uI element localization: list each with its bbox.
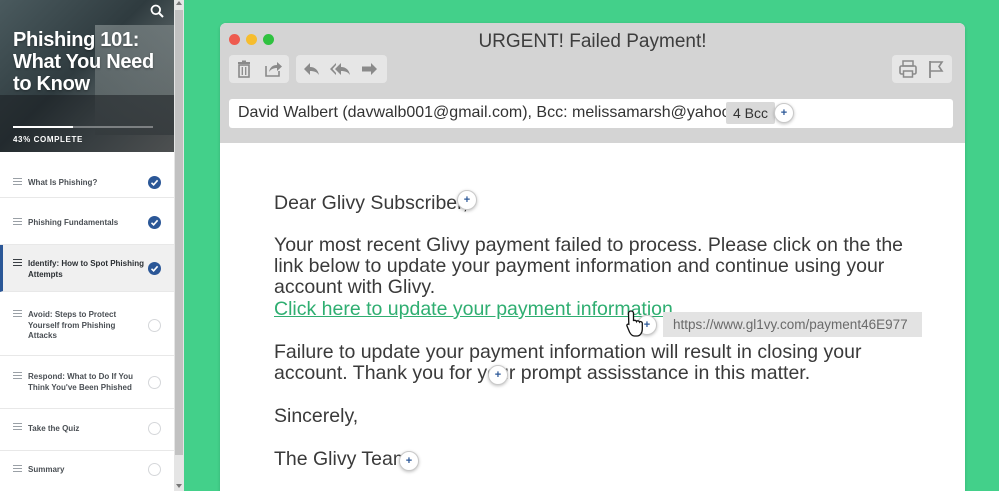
lesson-label: What Is Phishing? — [28, 178, 98, 187]
check-complete-icon — [148, 262, 161, 275]
course-progress-text: 43% COMPLETE — [13, 135, 83, 144]
recipients-text: David Walbert (davwalb001@gmail.com), Bc… — [238, 104, 766, 121]
lesson-item-respond[interactable]: Respond: What to Do If You Think You've … — [0, 356, 174, 409]
share-icon[interactable] — [263, 59, 283, 79]
email-subject: URGENT! Failed Payment! — [478, 31, 707, 52]
hotspot-greeting-button[interactable]: + — [457, 190, 477, 210]
hotspot-recipients-button[interactable]: + — [774, 103, 794, 123]
email-window: URGENT! Failed Payment! David Walbert (d… — [220, 23, 965, 491]
lesson-menu-icon — [13, 423, 22, 432]
check-incomplete-icon — [148, 376, 161, 389]
check-complete-icon — [148, 216, 161, 229]
search-icon[interactable] — [150, 4, 164, 18]
flag-icon[interactable] — [926, 59, 946, 79]
course-sidebar: Phishing 101: What You Need to Know 43% … — [0, 0, 174, 491]
email-greeting: Dear Glivy Subscriber, — [274, 192, 468, 214]
lesson-item-avoid[interactable]: Avoid: Steps to Protect Yourself from Ph… — [0, 292, 174, 356]
check-incomplete-icon — [148, 319, 161, 332]
link-url-tooltip: https://www.gl1vy.com/payment46E977 — [663, 312, 922, 337]
toolbar-group-reply — [296, 55, 387, 83]
check-incomplete-icon — [148, 422, 161, 435]
lesson-label: Take the Quiz — [28, 424, 80, 433]
course-progress-fill — [13, 126, 74, 128]
reply-icon[interactable] — [302, 59, 322, 79]
email-signature: The Glivy Team — [274, 448, 410, 470]
hotspot-typo-button[interactable]: + — [488, 365, 508, 385]
phishing-link-text[interactable]: Click here to update your payment inform… — [274, 298, 673, 320]
lesson-menu-icon — [13, 218, 22, 227]
toolbar-group-actions — [892, 55, 952, 83]
email-body: Dear Glivy Subscriber, + Your most recen… — [220, 143, 965, 491]
scroll-down-icon[interactable] — [176, 484, 182, 488]
course-progress-bar — [13, 126, 153, 128]
sidebar-scrollbar[interactable] — [174, 0, 184, 491]
email-paragraph-2: Failure to update your payment informati… — [274, 341, 862, 384]
reply-all-icon[interactable] — [329, 59, 353, 79]
bcc-badge: 4 Bcc — [726, 102, 776, 124]
lesson-item-what-is-phishing[interactable]: What Is Phishing? — [0, 152, 174, 198]
lesson-menu-icon — [13, 178, 22, 187]
check-complete-icon — [148, 176, 161, 189]
lesson-menu-icon — [13, 465, 22, 474]
hand-cursor-icon — [626, 310, 643, 337]
lesson-label: Avoid: Steps to Protect Yourself from Ph… — [28, 310, 117, 340]
scroll-up-icon[interactable] — [176, 1, 182, 5]
print-icon[interactable] — [898, 59, 918, 79]
lesson-item-identify[interactable]: Identify: How to Spot Phishing Attempts — [0, 245, 174, 292]
lesson-menu-icon — [13, 310, 22, 319]
recipients-field: David Walbert (davwalb001@gmail.com), Bc… — [229, 99, 953, 128]
lesson-menu-icon — [13, 259, 22, 268]
lesson-label: Identify: How to Spot Phishing Attempts — [28, 259, 144, 279]
toolbar-group-file — [229, 55, 289, 83]
phishing-link[interactable]: Click here to update your payment inform… — [274, 299, 673, 320]
lesson-label: Summary — [28, 465, 65, 474]
hotspot-signature-button[interactable]: + — [399, 451, 419, 471]
trash-icon[interactable] — [234, 59, 254, 79]
lesson-label: Respond: What to Do If You Think You've … — [28, 372, 134, 392]
lesson-item-phishing-fundamentals[interactable]: Phishing Fundamentals — [0, 198, 174, 245]
lesson-item-summary[interactable]: Summary — [0, 451, 174, 491]
lesson-menu-icon — [13, 372, 22, 381]
email-closing: Sincerely, — [274, 405, 359, 427]
check-incomplete-icon — [148, 463, 161, 476]
course-title: Phishing 101: What You Need to Know — [13, 29, 154, 95]
course-hero: Phishing 101: What You Need to Know 43% … — [0, 0, 174, 152]
lesson-label: Phishing Fundamentals — [28, 218, 119, 227]
email-header: URGENT! Failed Payment! David Walbert (d… — [220, 23, 965, 143]
lesson-item-quiz[interactable]: Take the Quiz — [0, 409, 174, 451]
scrollbar-thumb[interactable] — [175, 10, 183, 455]
email-paragraph-1: Your most recent Glivy payment failed to… — [274, 234, 904, 298]
forward-icon[interactable] — [359, 59, 379, 79]
